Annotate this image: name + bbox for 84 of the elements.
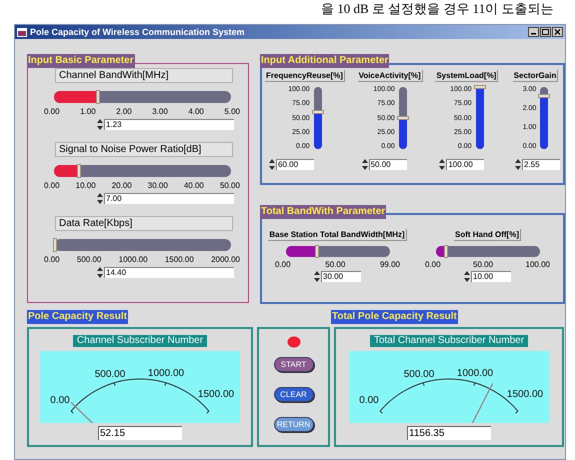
slider-thumb[interactable] [474,85,486,89]
number-field[interactable]: 10.00 [471,271,511,282]
gauge-label: 0.00 [359,395,379,406]
number-field[interactable]: 100.00 [446,159,484,170]
scale-label: 50.00 [220,181,240,191]
slider-title: Base Station Total BandWidth[MHz] [268,229,407,241]
gauge-label: 1000.00 [456,368,494,379]
slider-thumb[interactable] [53,238,58,252]
slider-thumb[interactable] [538,94,550,98]
scale-label: 99.00 [380,260,400,270]
scale-label: 1000.00 [118,255,148,265]
gauge-label: 1500.00 [198,389,234,400]
scale-label: 0.00 [44,107,60,117]
section-label: Input Basic Parameter [27,54,135,68]
scale-label: 2000.00 [211,255,240,265]
slider-title: Soft Hand Off[%] [454,229,521,241]
number-field[interactable]: 1.23 [104,119,234,130]
scale-label: 500.00 [76,255,102,265]
slider-thumb[interactable] [444,245,448,258]
scale-label: 40.00 [184,181,204,191]
slider-title: Channel BandWith[MHz] [55,68,233,83]
slider-title: FrequencyReuse[%] [265,70,345,82]
section-label: Total BandWith Parameter [260,205,386,219]
gauge-label: 500.00 [94,369,126,380]
scale-label: 50.00 [325,260,346,270]
slider-track[interactable] [398,87,407,149]
maximize-icon[interactable] [540,27,551,37]
scale-label: 3.00 [152,107,168,117]
slider-thumb[interactable] [396,116,409,120]
scale-label: 1.00 [80,107,96,117]
slider-thumb[interactable] [312,110,324,114]
gauge-label: 0.00 [50,395,70,406]
slider-track[interactable] [54,165,231,177]
slider-track[interactable] [314,87,322,149]
scale-label: 2.00 [116,107,132,117]
slider-title: Signal to Noise Power Ratio[dB] [55,142,233,157]
number-field[interactable]: 14.40 [104,267,234,278]
action-button[interactable]: START [274,357,314,372]
scale-label: 0.00 [44,255,60,265]
window-title: Pole Capacity of Wireless Communication System [30,26,244,38]
slider-track[interactable] [436,246,540,257]
slider-thumb[interactable] [96,90,100,104]
number-field[interactable]: 50.00 [368,159,407,170]
gauge-label: 1000.00 [148,368,184,379]
section-label: Input Additional Parameter [260,54,390,68]
app-icon [17,28,27,36]
slider-title: Data Rate[Kbps] [55,216,233,231]
minimize-icon[interactable] [528,27,539,37]
number-field[interactable]: 30.00 [321,271,361,282]
section-label: Total Pole Capacity Result [331,310,458,324]
slider-thumb[interactable] [315,245,319,258]
scale-label: 100.00 [526,260,550,270]
scale-label: 1500.00 [164,255,194,265]
slider-track[interactable] [54,239,231,251]
scale-label: 0.00 [44,181,60,191]
slider-track[interactable] [286,246,390,257]
scale-label: 0.00 [425,260,441,270]
number-field[interactable]: 60.00 [276,159,314,170]
gauge-label: 500.00 [404,369,434,380]
scale-label: 5.00 [224,107,240,117]
slider-track[interactable] [54,91,231,103]
scale-label: 0.00 [275,260,291,270]
gauge-title: Channel Subscriber Number [72,335,208,347]
slider-title: SystemLoad[%] [435,70,498,82]
scale-label: 10.00 [76,181,96,191]
section-label: Pole Capacity Result [27,310,128,324]
slider-title: SectorGain [512,70,558,82]
close-icon[interactable] [552,27,563,37]
gauge-title: Total Channel Subscriber Number [370,335,528,347]
slider-thumb[interactable] [76,164,81,178]
scale-label: 50.00 [473,260,494,270]
slider-track[interactable] [476,87,484,149]
slider-track[interactable] [540,87,548,149]
value-field: 52.15 [98,426,182,440]
slider-title: VoiceActivity[%] [358,70,423,82]
scale-label: 4.00 [188,107,204,117]
caption-text: 을 10 dB 로 설정했을 경우 11이 도출되는 [320,0,554,18]
number-field[interactable]: 2.55 [522,159,560,170]
action-button[interactable]: CLEAR [274,387,314,402]
value-field: 1156.35 [407,426,491,440]
gauge-label: 1500.00 [506,389,544,400]
scale-label: 20.00 [112,181,132,191]
scale-label: 30.00 [148,181,168,191]
number-field[interactable]: 7.00 [104,193,234,204]
